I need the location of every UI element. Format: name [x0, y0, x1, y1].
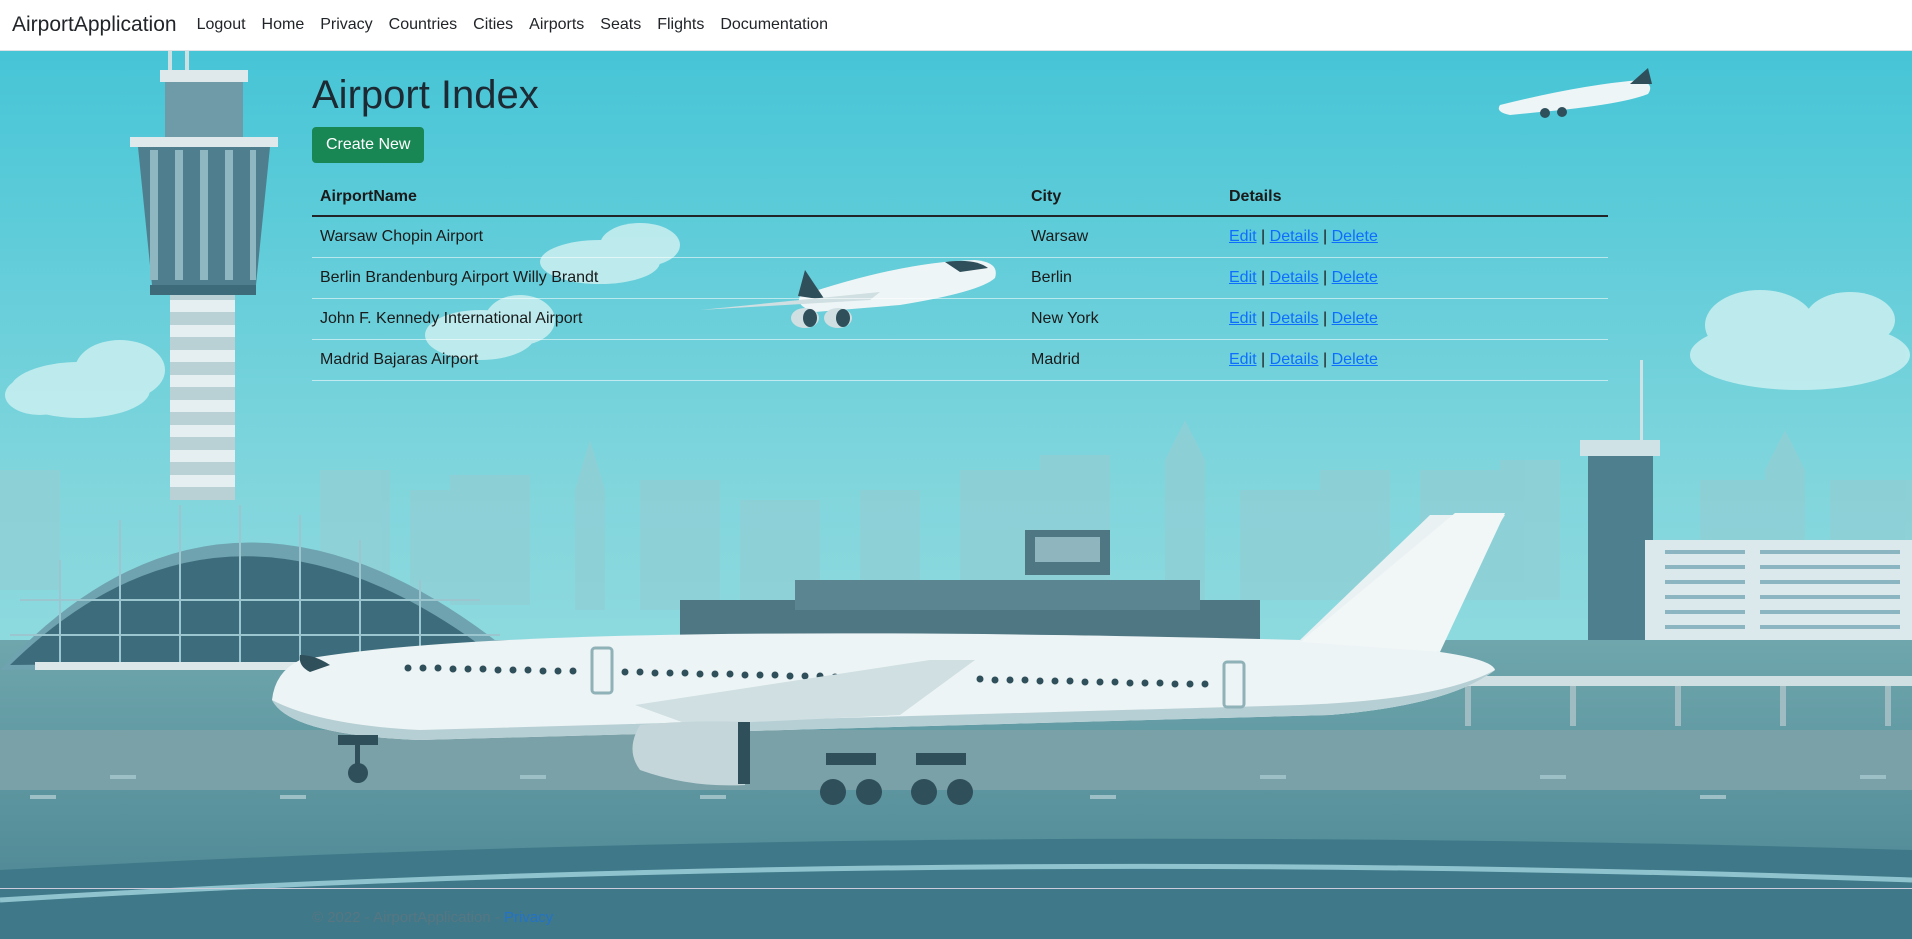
separator: |	[1261, 268, 1266, 286]
footer-text-container: © 2022 - AirportApplication - Privacy	[312, 909, 553, 926]
actions-cell: Edit | Details | Delete	[1221, 339, 1608, 381]
details-link[interactable]: Details	[1270, 269, 1319, 286]
separator: |	[1261, 350, 1266, 368]
delete-link[interactable]: Delete	[1332, 269, 1378, 286]
city-cell: Berlin	[1023, 257, 1221, 299]
airport-name-cell: John F. Kennedy International Airport	[312, 298, 1023, 340]
airport-name-cell: Madrid Bajaras Airport	[312, 339, 1023, 381]
table-row: John F. Kennedy International Airport Ne…	[312, 298, 1608, 340]
details-link[interactable]: Details	[1270, 310, 1319, 327]
nav-flights[interactable]: Flights	[649, 16, 712, 34]
city-cell: New York	[1023, 298, 1221, 340]
delete-link[interactable]: Delete	[1332, 310, 1378, 327]
header-details: Details	[1221, 179, 1608, 217]
nav-privacy[interactable]: Privacy	[312, 16, 380, 34]
edit-link[interactable]: Edit	[1229, 228, 1257, 245]
details-link[interactable]: Details	[1270, 228, 1319, 245]
details-link[interactable]: Details	[1270, 351, 1319, 368]
table-header-row: AirportName City Details	[312, 179, 1608, 217]
edit-link[interactable]: Edit	[1229, 351, 1257, 368]
nav-home[interactable]: Home	[254, 16, 313, 34]
airport-name-cell: Warsaw Chopin Airport	[312, 216, 1023, 258]
header-city: City	[1023, 179, 1221, 217]
page-title: Airport Index	[312, 73, 539, 117]
separator: |	[1323, 309, 1328, 327]
separator: |	[1261, 227, 1266, 245]
actions-cell: Edit | Details | Delete	[1221, 298, 1608, 340]
table-row: Madrid Bajaras Airport Madrid Edit | Det…	[312, 339, 1608, 381]
page-footer: © 2022 - AirportApplication - Privacy	[0, 888, 1912, 939]
city-cell: Madrid	[1023, 339, 1221, 381]
main-content: Airport Index Create New AirportName Cit…	[312, 51, 1608, 381]
airports-table: AirportName City Details Warsaw Chopin A…	[312, 179, 1608, 381]
actions-cell: Edit | Details | Delete	[1221, 216, 1608, 258]
city-cell: Warsaw	[1023, 216, 1221, 258]
table-row: Warsaw Chopin Airport Warsaw Edit | Deta…	[312, 216, 1608, 258]
airport-name-cell: Berlin Brandenburg Airport Willy Brandt	[312, 257, 1023, 299]
create-new-button[interactable]: Create New	[312, 127, 425, 163]
nav-cities[interactable]: Cities	[465, 16, 521, 34]
nav-seats[interactable]: Seats	[592, 16, 649, 34]
delete-link[interactable]: Delete	[1332, 228, 1378, 245]
nav-documentation[interactable]: Documentation	[712, 16, 836, 34]
footer-privacy-link[interactable]: Privacy	[504, 909, 553, 926]
edit-link[interactable]: Edit	[1229, 310, 1257, 327]
separator: |	[1323, 227, 1328, 245]
separator: |	[1323, 350, 1328, 368]
nav-airports[interactable]: Airports	[521, 16, 592, 34]
nav-countries[interactable]: Countries	[381, 16, 465, 34]
brand-link[interactable]: AirportApplication	[12, 13, 177, 37]
header-airport-name: AirportName	[312, 179, 1023, 217]
separator: |	[1261, 309, 1266, 327]
table-row: Berlin Brandenburg Airport Willy Brandt …	[312, 257, 1608, 299]
footer-copyright: © 2022 - AirportApplication -	[312, 909, 500, 926]
top-navbar: AirportApplication Logout Home Privacy C…	[0, 0, 1912, 51]
edit-link[interactable]: Edit	[1229, 269, 1257, 286]
nav-logout[interactable]: Logout	[189, 16, 254, 34]
actions-cell: Edit | Details | Delete	[1221, 257, 1608, 299]
delete-link[interactable]: Delete	[1332, 351, 1378, 368]
separator: |	[1323, 268, 1328, 286]
